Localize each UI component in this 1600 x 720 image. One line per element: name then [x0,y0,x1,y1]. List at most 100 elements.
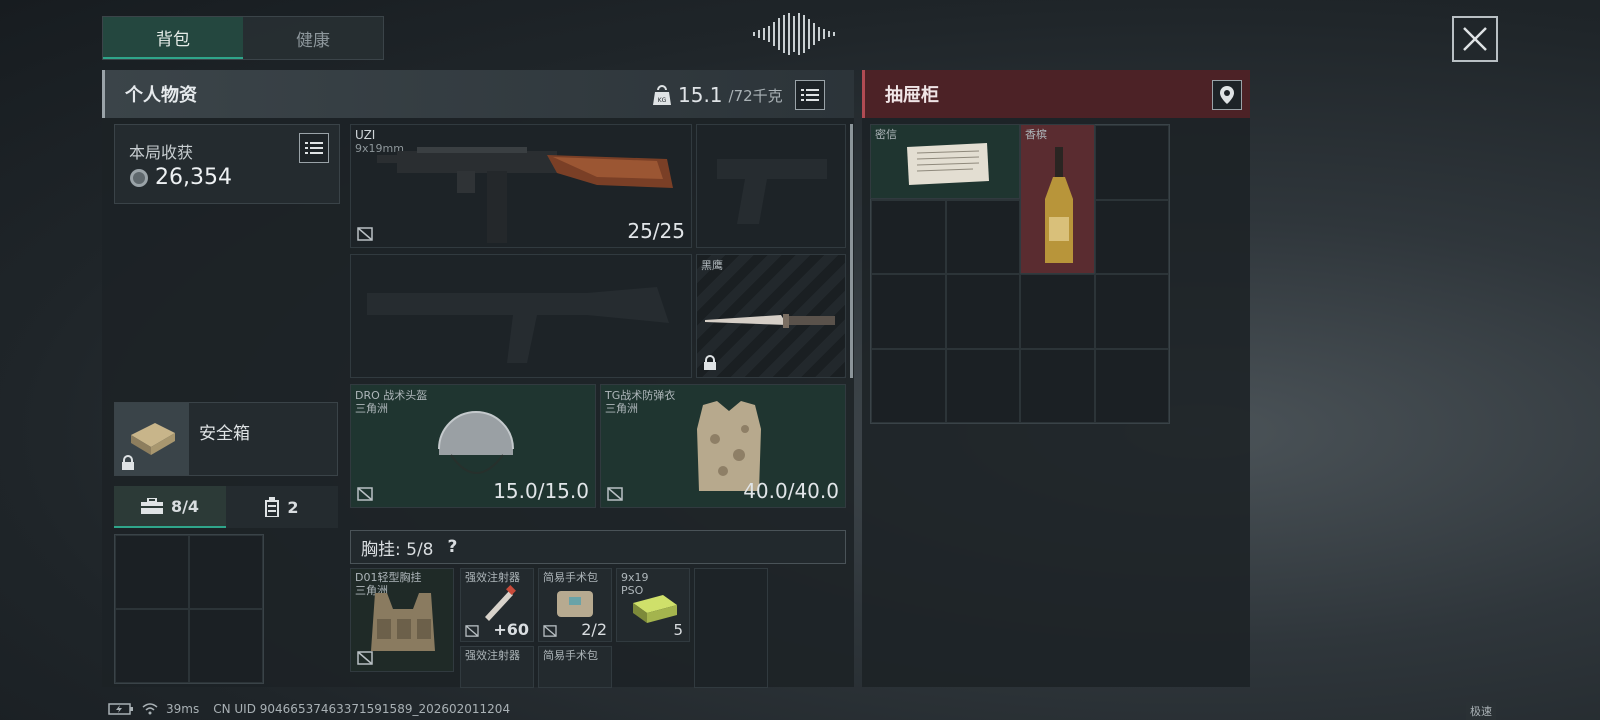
canister-icon [265,497,280,517]
surgery-kit-item[interactable]: 简易手术包 2/2 [538,568,612,642]
surgery-kit-2-name: 简易手术包 [543,649,598,662]
grid-cell[interactable] [115,609,189,683]
grid-cell[interactable] [871,199,946,274]
tab-briefcase[interactable]: 8/4 [114,486,226,528]
harvest-box: 本局收获 26,354 [114,124,340,204]
no-insure-icon [607,487,623,501]
letter-name: 密信 [875,128,897,141]
grid-cell[interactable] [1020,274,1095,349]
weapon-slot-pistol[interactable] [696,124,846,248]
no-insure-icon [357,487,373,501]
safe-box-slot[interactable]: 安全箱 [114,402,338,476]
personal-title: 个人物资 [125,85,197,106]
injector-item-2[interactable]: 强效注射器 [460,646,534,688]
no-insure-icon [465,625,479,637]
list-icon [305,142,323,154]
injector-item[interactable]: 强效注射器 +60 [460,568,534,642]
inventory-scrollbar[interactable] [850,124,853,378]
drawer-header: 抽屉柜 [862,70,1250,118]
speed-badge: 极速 [1466,702,1496,720]
safe-box-label: 安全箱 [199,424,250,444]
weight-display: KG 15.1 /72千克 [652,80,825,110]
harvest-list-button[interactable] [299,133,329,163]
chest-rig-item[interactable]: D01轻型胸挂 三角洲 [350,568,454,672]
helmet-name: DRO 战术头盔 [355,389,428,402]
grid-cell[interactable] [871,348,946,423]
letter-item[interactable]: 密信 [870,124,1020,199]
tab-health[interactable]: 健康 [243,17,383,59]
grid-cell[interactable] [945,274,1020,349]
champagne-item[interactable]: 香槟 [1020,124,1095,274]
tab-backpack[interactable]: 背包 [103,17,243,59]
pistol-silhouette-icon [717,159,827,224]
helmet-slot[interactable]: DRO 战术头盔 三角洲 15.0/15.0 [350,384,596,508]
weight-icon: KG [653,85,671,105]
top-tabs: 背包 健康 [102,16,384,60]
surgery-kit-item-2[interactable]: 简易手术包 [538,646,612,688]
knife-image [705,314,835,328]
help-icon[interactable]: ? [448,537,458,557]
uid-text: CN UID 90466537463371591589_202602011204 [213,702,511,716]
grid-cell[interactable] [871,274,946,349]
surgery-kit-name: 简易手术包 [543,571,598,584]
grid-cell[interactable] [945,348,1020,423]
melee-slot[interactable]: 黑鹰 [696,254,846,378]
briefcase-grid [114,534,264,684]
champagne-bottle-image [1045,147,1073,263]
location-button[interactable] [1212,80,1242,110]
grid-cell[interactable] [189,535,263,609]
lock-icon [704,355,716,370]
ammo-item[interactable]: 9x19 PSO 5 [616,568,690,642]
ping-value: 39ms [166,702,200,716]
close-icon [1463,27,1487,51]
armor-slot[interactable]: TG战术防弹衣 三角洲 40.0/40.0 [600,384,846,508]
status-bar: 39ms CN UID 90466537463371591589_2026020… [108,702,510,716]
chest-rig-name: D01轻型胸挂 [355,571,422,584]
grid-cell[interactable] [1094,125,1169,200]
armor-durability: 40.0/40.0 [743,479,839,503]
helmet-sub: 三角洲 [355,402,388,415]
lock-icon [122,455,134,470]
champagne-name: 香槟 [1025,128,1047,141]
weight-max: /72千克 [728,86,783,105]
ammo-box-image [633,595,677,623]
knife-name: 黑鹰 [701,259,723,272]
location-pin-icon [1220,86,1234,104]
weapon-slot-secondary[interactable] [350,254,692,378]
weapon-slot-primary[interactable]: UZI 9x19mm 25/25 [350,124,692,248]
battery-icon [108,703,133,715]
chest-rig-image [371,593,435,651]
surgery-kit-image [557,591,593,617]
grid-cell[interactable] [945,199,1020,274]
ammo-value: 5 [673,621,683,639]
coin-icon [130,168,148,187]
personal-list-button[interactable] [794,80,825,110]
sound-wave-icon [753,13,835,55]
injector-value: +60 [493,620,529,639]
container-tabs: 8/4 2 [114,486,338,528]
harvest-label: 本局收获 [129,143,194,162]
close-button[interactable] [1452,16,1498,62]
safe-box-image [115,403,189,475]
tab-canister[interactable]: 2 [226,486,338,528]
briefcase-count: 8/4 [170,496,200,516]
no-insure-icon [357,227,373,241]
rifle-silhouette-icon [367,287,669,363]
helmet-image [438,411,514,474]
grid-cell[interactable] [1094,274,1169,349]
briefcase-icon [140,498,163,514]
no-insure-icon [357,651,373,665]
harvest-value: 26,354 [155,165,232,190]
grid-cell[interactable] [1020,348,1095,423]
chest-empty-slot[interactable] [694,568,768,688]
grid-cell[interactable] [189,609,263,683]
chest-rig-header: 胸挂: 5/8 ? [350,530,846,564]
armor-name: TG战术防弹衣 [605,389,676,402]
weight-current: 15.1 [678,83,723,107]
grid-cell[interactable] [1094,348,1169,423]
grid-cell[interactable] [115,535,189,609]
svg-text:KG: KG [658,97,667,104]
armor-sub: 三角洲 [605,402,638,415]
grid-cell[interactable] [1094,199,1169,274]
no-insure-icon [543,625,557,637]
